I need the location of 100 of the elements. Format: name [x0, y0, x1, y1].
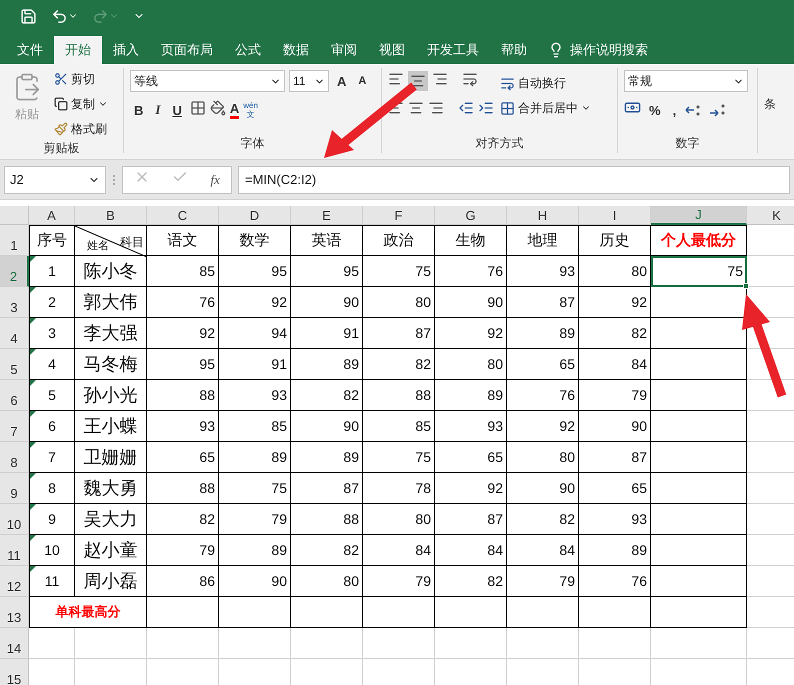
- name-box[interactable]: J2: [4, 166, 106, 194]
- bold-button[interactable]: B: [130, 99, 148, 121]
- row-header[interactable]: 7: [0, 411, 29, 442]
- drag-handle-icon[interactable]: [112, 174, 116, 186]
- scissors-icon[interactable]: [54, 72, 68, 86]
- table-cell: 92: [579, 287, 651, 318]
- table-cell: 80: [435, 349, 507, 380]
- shrink-font-button[interactable]: A: [354, 70, 370, 92]
- underline-button[interactable]: U: [168, 99, 186, 121]
- grid-cell: [435, 628, 507, 659]
- copy-button[interactable]: 复制: [52, 93, 110, 115]
- font-name-dropdown[interactable]: 等线: [130, 70, 285, 92]
- undo-icon[interactable]: [51, 8, 78, 24]
- row-header[interactable]: 2: [0, 256, 29, 287]
- column-header[interactable]: D: [219, 206, 291, 225]
- column-header[interactable]: C: [147, 206, 219, 225]
- table-cell: 地理: [507, 225, 579, 256]
- table-cell: 76: [435, 256, 507, 287]
- column-header[interactable]: F: [363, 206, 435, 225]
- row-header[interactable]: 13: [0, 597, 29, 628]
- column-header[interactable]: B: [75, 206, 147, 225]
- table-cell: 76: [147, 287, 219, 318]
- table-cell: 93: [579, 504, 651, 535]
- column-header[interactable]: A: [29, 206, 75, 225]
- ribbon-tab[interactable]: 数据: [272, 36, 320, 64]
- table-cell: 84: [363, 535, 435, 566]
- row-header[interactable]: 5: [0, 349, 29, 380]
- table-cell: 82: [291, 380, 363, 411]
- column-header[interactable]: I: [579, 206, 651, 225]
- number-format-dropdown[interactable]: 常规: [624, 70, 748, 92]
- grow-font-button[interactable]: A: [333, 70, 350, 92]
- italic-button[interactable]: I: [151, 99, 164, 121]
- row-header[interactable]: 11: [0, 535, 29, 566]
- row-header[interactable]: 4: [0, 318, 29, 349]
- table-cell: 75: [219, 473, 291, 504]
- percent-button[interactable]: %: [645, 99, 665, 121]
- table-cell: 75: [363, 442, 435, 473]
- ribbon-tab[interactable]: 帮助: [490, 36, 538, 64]
- paintbrush-icon[interactable]: [54, 122, 68, 136]
- table-cell: [507, 597, 579, 628]
- table-cell: 88: [363, 380, 435, 411]
- row-header[interactable]: 10: [0, 504, 29, 535]
- font-size-dropdown[interactable]: 11: [289, 70, 329, 92]
- table-cell: 82: [147, 504, 219, 535]
- table-cell: 吴大力: [75, 504, 147, 535]
- table-cell: 79: [219, 504, 291, 535]
- column-header[interactable]: G: [435, 206, 507, 225]
- font-color-button[interactable]: A: [230, 102, 240, 118]
- tell-me-search[interactable]: 操作说明搜索: [548, 36, 648, 64]
- row-header[interactable]: 9: [0, 473, 29, 504]
- merge-center-button[interactable]: 合并后居中: [498, 97, 593, 119]
- ribbon-tab[interactable]: 视图: [368, 36, 416, 64]
- table-cell: 91: [291, 318, 363, 349]
- ribbon-tab[interactable]: 开始: [54, 36, 102, 64]
- row-header[interactable]: 15: [0, 659, 29, 685]
- copy-icon[interactable]: [54, 97, 68, 111]
- format-painter-button[interactable]: 格式刷: [52, 118, 110, 140]
- table-cell: 科目: [120, 234, 144, 251]
- ribbon-tab[interactable]: 开发工具: [416, 36, 490, 64]
- wrap-text-icon[interactable]: [500, 76, 515, 90]
- row-header[interactable]: 12: [0, 566, 29, 597]
- column-header[interactable]: J: [651, 206, 747, 225]
- column-header[interactable]: K: [747, 206, 794, 225]
- ribbon-tab[interactable]: 公式: [224, 36, 272, 64]
- column-header[interactable]: H: [507, 206, 579, 225]
- table-cell: 82: [291, 535, 363, 566]
- wrap-text-button[interactable]: 自动换行: [498, 72, 593, 94]
- row-header[interactable]: 3: [0, 287, 29, 318]
- column-header[interactable]: E: [291, 206, 363, 225]
- table-cell: 92: [147, 318, 219, 349]
- table-cell: 87: [507, 287, 579, 318]
- table-cell: 93: [507, 256, 579, 287]
- row-header[interactable]: 8: [0, 442, 29, 473]
- table-cell: 65: [579, 473, 651, 504]
- row-header[interactable]: 14: [0, 628, 29, 659]
- table-cell: 90: [291, 411, 363, 442]
- table-cell: 11: [29, 566, 75, 597]
- row-header[interactable]: 6: [0, 380, 29, 411]
- ribbon-tab[interactable]: 审阅: [320, 36, 368, 64]
- ribbon-tab[interactable]: 插入: [102, 36, 150, 64]
- table-cell: 75: [363, 256, 435, 287]
- grid-cell: [75, 628, 147, 659]
- table-cell: [435, 597, 507, 628]
- ribbon-tab[interactable]: 页面布局: [150, 36, 224, 64]
- insert-function-button[interactable]: fx: [210, 172, 220, 188]
- table-cell: 95: [219, 256, 291, 287]
- selected-cell[interactable]: 75: [651, 256, 747, 287]
- comma-button[interactable]: ,: [668, 99, 680, 121]
- ribbon-label: 条: [763, 96, 777, 113]
- save-icon[interactable]: [20, 8, 37, 24]
- cut-button[interactable]: 剪切: [52, 68, 110, 90]
- ribbon-tab[interactable]: 文件: [6, 36, 54, 64]
- phonetic-guide-button[interactable]: wén 文: [243, 101, 258, 119]
- table-cell: 89: [435, 380, 507, 411]
- formula-field[interactable]: =MIN(C2:I2): [238, 166, 790, 194]
- row-header[interactable]: 1: [0, 225, 29, 256]
- table-cell: 10: [29, 535, 75, 566]
- fill-handle[interactable]: [743, 283, 749, 289]
- table-cell: 90: [507, 473, 579, 504]
- merge-cells-icon[interactable]: [500, 100, 515, 116]
